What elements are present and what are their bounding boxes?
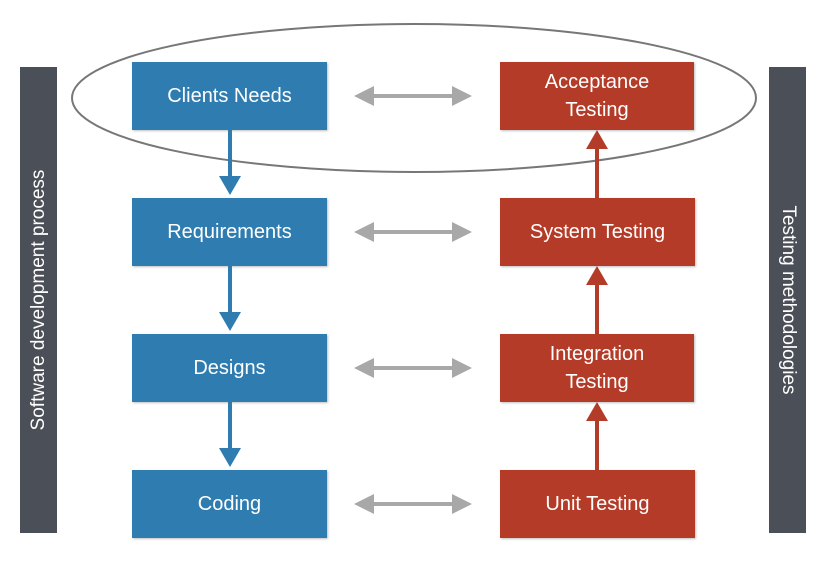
arrow-up-icon: [586, 402, 608, 470]
arrow-down-icon: [219, 266, 241, 331]
double-arrow-icon: [354, 222, 472, 242]
arrow-down-icon: [219, 402, 241, 467]
connectors: [71, 23, 757, 514]
double-arrow-icon: [354, 358, 472, 378]
arrow-up-icon: [586, 130, 608, 198]
double-arrow-icon: [354, 86, 472, 106]
double-arrow-icon: [354, 494, 472, 514]
arrow-down-icon: [219, 130, 241, 195]
arrow-up-icon: [586, 266, 608, 334]
